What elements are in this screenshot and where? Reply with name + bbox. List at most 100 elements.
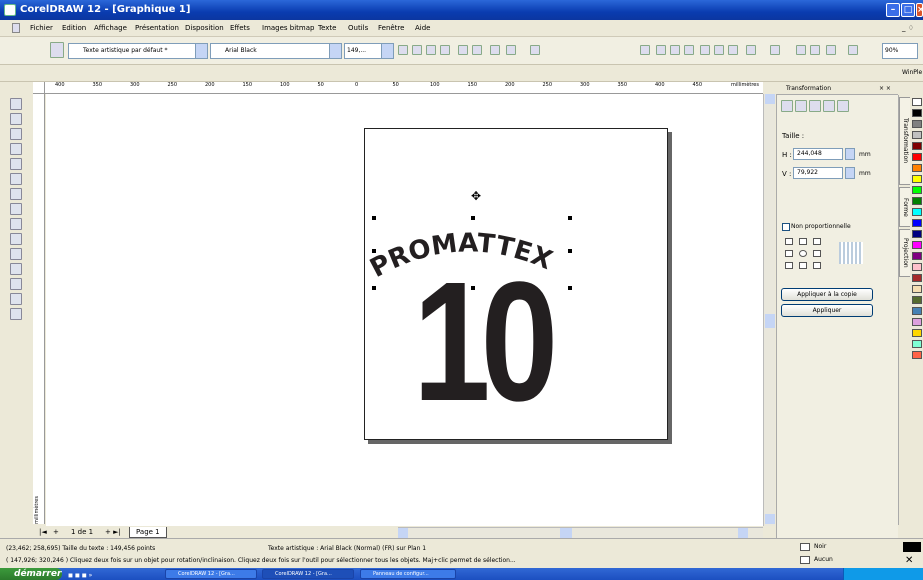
zoom-level-icon[interactable] xyxy=(848,45,858,55)
skew-mode-icon[interactable] xyxy=(837,100,849,112)
position-mode-icon[interactable] xyxy=(781,100,793,112)
export-icon[interactable] xyxy=(810,45,820,55)
align-icon[interactable] xyxy=(440,45,450,55)
menu-fenetre[interactable]: Fenêtre xyxy=(378,20,404,37)
close-button[interactable]: × xyxy=(916,3,923,17)
palette-swatch[interactable] xyxy=(912,296,922,304)
selection-handle[interactable] xyxy=(471,286,475,290)
menu-texte[interactable]: Texte xyxy=(318,20,336,37)
ellipse-tool-icon[interactable] xyxy=(10,203,22,215)
h-scroll-thumb[interactable] xyxy=(560,528,572,538)
task-coreldraw-1[interactable]: CorelDRAW 12 - [Gra... xyxy=(165,569,257,579)
selection-handle[interactable] xyxy=(372,249,376,253)
italic-icon[interactable] xyxy=(412,45,422,55)
cut-icon[interactable] xyxy=(700,45,710,55)
width-spinner[interactable] xyxy=(845,167,855,179)
selection-handle[interactable] xyxy=(568,216,572,220)
task-coreldraw-2[interactable]: CorelDRAW 12 - [Gra... xyxy=(262,569,354,579)
chevron-down-icon[interactable] xyxy=(195,44,207,58)
interactive-blend-tool-icon[interactable] xyxy=(10,263,22,275)
apply-button[interactable]: Appliquer xyxy=(781,304,873,317)
menu-images-bitmap[interactable]: Images bitmap xyxy=(262,20,314,37)
application-launcher-icon[interactable] xyxy=(826,45,836,55)
palette-swatch[interactable] xyxy=(912,263,922,271)
font-combo[interactable]: Arial Black xyxy=(210,43,342,59)
first-page-icon[interactable]: |◄ xyxy=(39,527,47,538)
palette-swatch[interactable] xyxy=(912,230,922,238)
palette-swatch[interactable] xyxy=(912,208,922,216)
format-text-icon[interactable] xyxy=(490,45,500,55)
palette-swatch[interactable] xyxy=(912,340,922,348)
palette-swatch[interactable] xyxy=(912,153,922,161)
palette-swatch[interactable] xyxy=(912,175,922,183)
fill-tool-icon[interactable] xyxy=(10,308,22,320)
menu-edition[interactable]: Edition xyxy=(62,20,86,37)
quick-launch-icons[interactable]: ◼ ◼ ◼ » xyxy=(68,570,128,579)
menu-disposition[interactable]: Disposition xyxy=(185,20,224,37)
no-outline-icon[interactable]: ✕ xyxy=(905,555,913,566)
fill-swatch[interactable] xyxy=(903,542,921,552)
redo-icon[interactable] xyxy=(770,45,780,55)
docker-header[interactable]: Transformation × × xyxy=(776,82,898,95)
prev-page-icon[interactable]: + xyxy=(53,527,59,538)
vertical-text-icon[interactable] xyxy=(530,45,540,55)
drop-cap-icon[interactable] xyxy=(472,45,482,55)
scroll-left-icon[interactable] xyxy=(398,528,408,538)
basic-shapes-tool-icon[interactable] xyxy=(10,233,22,245)
menu-presentation[interactable]: Présentation xyxy=(135,20,179,37)
rotation-center-icon[interactable]: ✥ xyxy=(471,189,481,203)
vertical-scrollbar[interactable] xyxy=(763,94,775,526)
crop-tool-icon[interactable] xyxy=(10,128,22,140)
menu-fichier[interactable]: Fichier xyxy=(30,20,53,37)
edit-text-icon[interactable] xyxy=(506,45,516,55)
horizontal-ruler[interactable]: millimètres 400 350 300 250 200 150 100 50 0 50 10… xyxy=(33,82,763,94)
scroll-down-icon[interactable] xyxy=(765,514,775,524)
palette-swatch[interactable] xyxy=(912,219,922,227)
chevron-down-icon[interactable] xyxy=(381,44,393,58)
undo-icon[interactable] xyxy=(746,45,756,55)
print-icon[interactable] xyxy=(684,45,694,55)
height-spinner[interactable] xyxy=(845,148,855,160)
maximize-button[interactable]: □ xyxy=(901,3,915,17)
underline-icon[interactable] xyxy=(426,45,436,55)
palette-swatch[interactable] xyxy=(912,241,922,249)
selection-handle[interactable] xyxy=(568,249,572,253)
palette-swatch[interactable] xyxy=(912,197,922,205)
bullet-icon[interactable] xyxy=(458,45,468,55)
save-icon[interactable] xyxy=(670,45,680,55)
palette-swatch[interactable] xyxy=(912,120,922,128)
apply-to-duplicate-button[interactable]: Appliquer à la copie xyxy=(781,288,873,301)
palette-swatch[interactable] xyxy=(912,307,922,315)
scroll-right-icon[interactable] xyxy=(738,528,748,538)
width-field[interactable]: 79,922 xyxy=(793,167,843,179)
height-field[interactable]: 244,048 xyxy=(793,148,843,160)
start-button[interactable]: démarrer xyxy=(0,568,62,580)
palette-swatch[interactable] xyxy=(912,329,922,337)
rotate-mode-icon[interactable] xyxy=(795,100,807,112)
palette-swatch[interactable] xyxy=(912,351,922,359)
text-style-combo[interactable]: Texte artistique par défaut * xyxy=(68,43,208,59)
menu-affichage[interactable]: Affichage xyxy=(94,20,127,37)
rectangle-tool-icon[interactable] xyxy=(10,188,22,200)
palette-swatch[interactable] xyxy=(912,186,922,194)
docker-close-icon[interactable]: × × xyxy=(879,82,891,95)
page-tab[interactable]: Page 1 xyxy=(129,527,167,538)
size-mode-icon[interactable] xyxy=(823,100,835,112)
shape-tool-icon[interactable] xyxy=(10,113,22,125)
menu-aide[interactable]: Aide xyxy=(415,20,430,37)
scroll-thumb[interactable] xyxy=(765,314,775,328)
palette-swatch[interactable] xyxy=(912,285,922,293)
copy-icon[interactable] xyxy=(714,45,724,55)
palette-swatch[interactable] xyxy=(912,318,922,326)
selection-handle[interactable] xyxy=(372,216,376,220)
zoom-tool-icon[interactable] xyxy=(10,143,22,155)
open-icon[interactable] xyxy=(656,45,666,55)
text-tool-icon[interactable] xyxy=(10,248,22,260)
palette-swatch[interactable] xyxy=(912,164,922,172)
pick-tool-icon[interactable] xyxy=(10,98,22,110)
palette-swatch[interactable] xyxy=(912,98,922,106)
palette-swatch[interactable] xyxy=(912,252,922,260)
next-page-icon[interactable]: + ►| xyxy=(105,527,121,538)
ruler-origin[interactable] xyxy=(33,82,45,94)
palette-swatch[interactable] xyxy=(912,142,922,150)
